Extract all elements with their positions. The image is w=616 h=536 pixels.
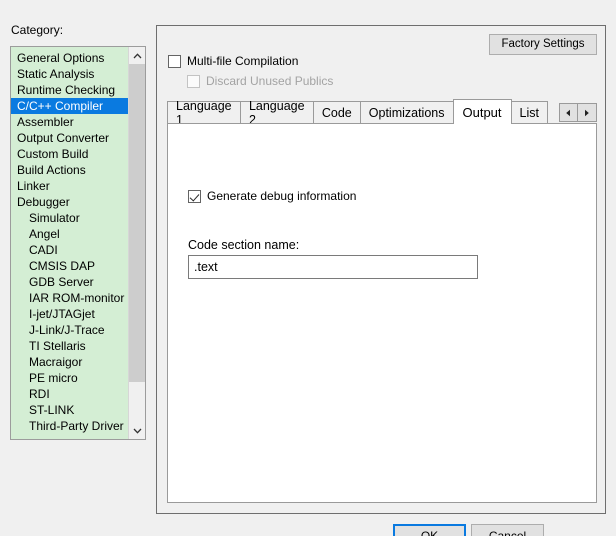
category-list-box: General Options Static Analysis Runtime Ch… (10, 46, 146, 440)
tab-scroll-right-button[interactable] (577, 103, 597, 122)
category-item[interactable]: PE micro (11, 370, 128, 386)
multi-file-compilation-checkbox[interactable] (168, 54, 181, 68)
tab-language-1[interactable]: Language 1 (167, 99, 241, 127)
category-item[interactable]: Runtime Checking (11, 82, 128, 98)
category-item[interactable]: TI Stellaris (11, 338, 128, 354)
tab-optimizations[interactable]: Optimizations (359, 101, 454, 124)
scrollbar-up-arrow[interactable] (129, 47, 145, 64)
category-item[interactable]: Static Analysis (11, 66, 128, 82)
scrollbar-down-arrow[interactable] (129, 422, 145, 439)
category-item[interactable]: IAR ROM-monitor (11, 290, 128, 306)
category-label: Category: (11, 23, 64, 37)
discard-unused-publics-label: Discard Unused Publics (206, 74, 334, 88)
category-item[interactable]: Debugger (11, 194, 128, 210)
discard-unused-publics-checkbox-row: Discard Unused Publics (187, 74, 333, 88)
ok-button[interactable]: OK (393, 524, 466, 536)
cancel-button[interactable]: Cancel (471, 524, 544, 536)
scrollbar-thumb[interactable] (129, 64, 145, 382)
tab-list[interactable]: List (510, 101, 548, 124)
code-section-name-label: Code section name: (188, 238, 300, 252)
factory-settings-button[interactable]: Factory Settings (489, 34, 597, 55)
category-item[interactable]: I-jet/JTAGjet (11, 306, 128, 322)
category-item[interactable]: Custom Build (11, 146, 128, 162)
options-dialog: Category: General Options Static Analysis… (0, 0, 616, 536)
tab-content-output: Generate debug information Code section … (167, 123, 597, 503)
discard-unused-publics-checkbox (187, 74, 200, 88)
category-item[interactable]: ST-LINK (11, 402, 128, 418)
triangle-left-icon (566, 109, 570, 116)
triangle-right-icon (585, 109, 590, 116)
scrollbar-track[interactable] (129, 64, 145, 422)
tab-scroll-left-button[interactable] (558, 103, 578, 122)
category-item[interactable]: Output Converter (11, 130, 128, 146)
category-item[interactable]: C/C++ Compiler (11, 98, 128, 114)
category-item[interactable]: Build Actions (11, 162, 128, 178)
category-item[interactable]: Third-Party Driver (11, 418, 128, 434)
category-item[interactable]: Macraigor (11, 354, 128, 370)
category-item[interactable]: Angel (11, 226, 128, 242)
multi-file-compilation-checkbox-row[interactable]: Multi-file Compilation (168, 54, 298, 68)
category-list[interactable]: General Options Static Analysis Runtime Ch… (11, 47, 128, 439)
multi-file-compilation-label: Multi-file Compilation (187, 54, 299, 68)
chevron-up-icon (133, 52, 141, 58)
tab-language-2[interactable]: Language 2 (239, 99, 314, 127)
category-item[interactable]: RDI (11, 386, 128, 402)
generate-debug-information-label: Generate debug information (207, 189, 357, 203)
category-item[interactable]: CMSIS DAP (11, 258, 128, 274)
category-item[interactable]: Assembler (11, 114, 128, 130)
category-item[interactable]: Linker (11, 178, 128, 194)
category-item[interactable]: General Options (11, 50, 128, 66)
category-item[interactable]: CADI (11, 242, 128, 258)
category-item[interactable]: J-Link/J-Trace (11, 322, 128, 338)
chevron-down-icon (133, 428, 141, 434)
tab-output[interactable]: Output (452, 99, 512, 124)
tab-strip[interactable]: Language 1 Language 2 Code Optimizations Out… (167, 99, 597, 127)
generate-debug-information-checkbox[interactable] (188, 189, 201, 203)
tab-scroll-buttons[interactable] (558, 103, 597, 122)
tab-code[interactable]: Code (312, 101, 361, 124)
generate-debug-information-row[interactable]: Generate debug information (188, 189, 356, 203)
code-section-name-input[interactable] (188, 255, 478, 279)
category-item[interactable]: GDB Server (11, 274, 128, 290)
settings-panel: Factory Settings Multi-file Compilation … (156, 25, 606, 514)
category-item[interactable]: Simulator (11, 210, 128, 226)
category-list-scrollbar[interactable] (128, 47, 145, 439)
